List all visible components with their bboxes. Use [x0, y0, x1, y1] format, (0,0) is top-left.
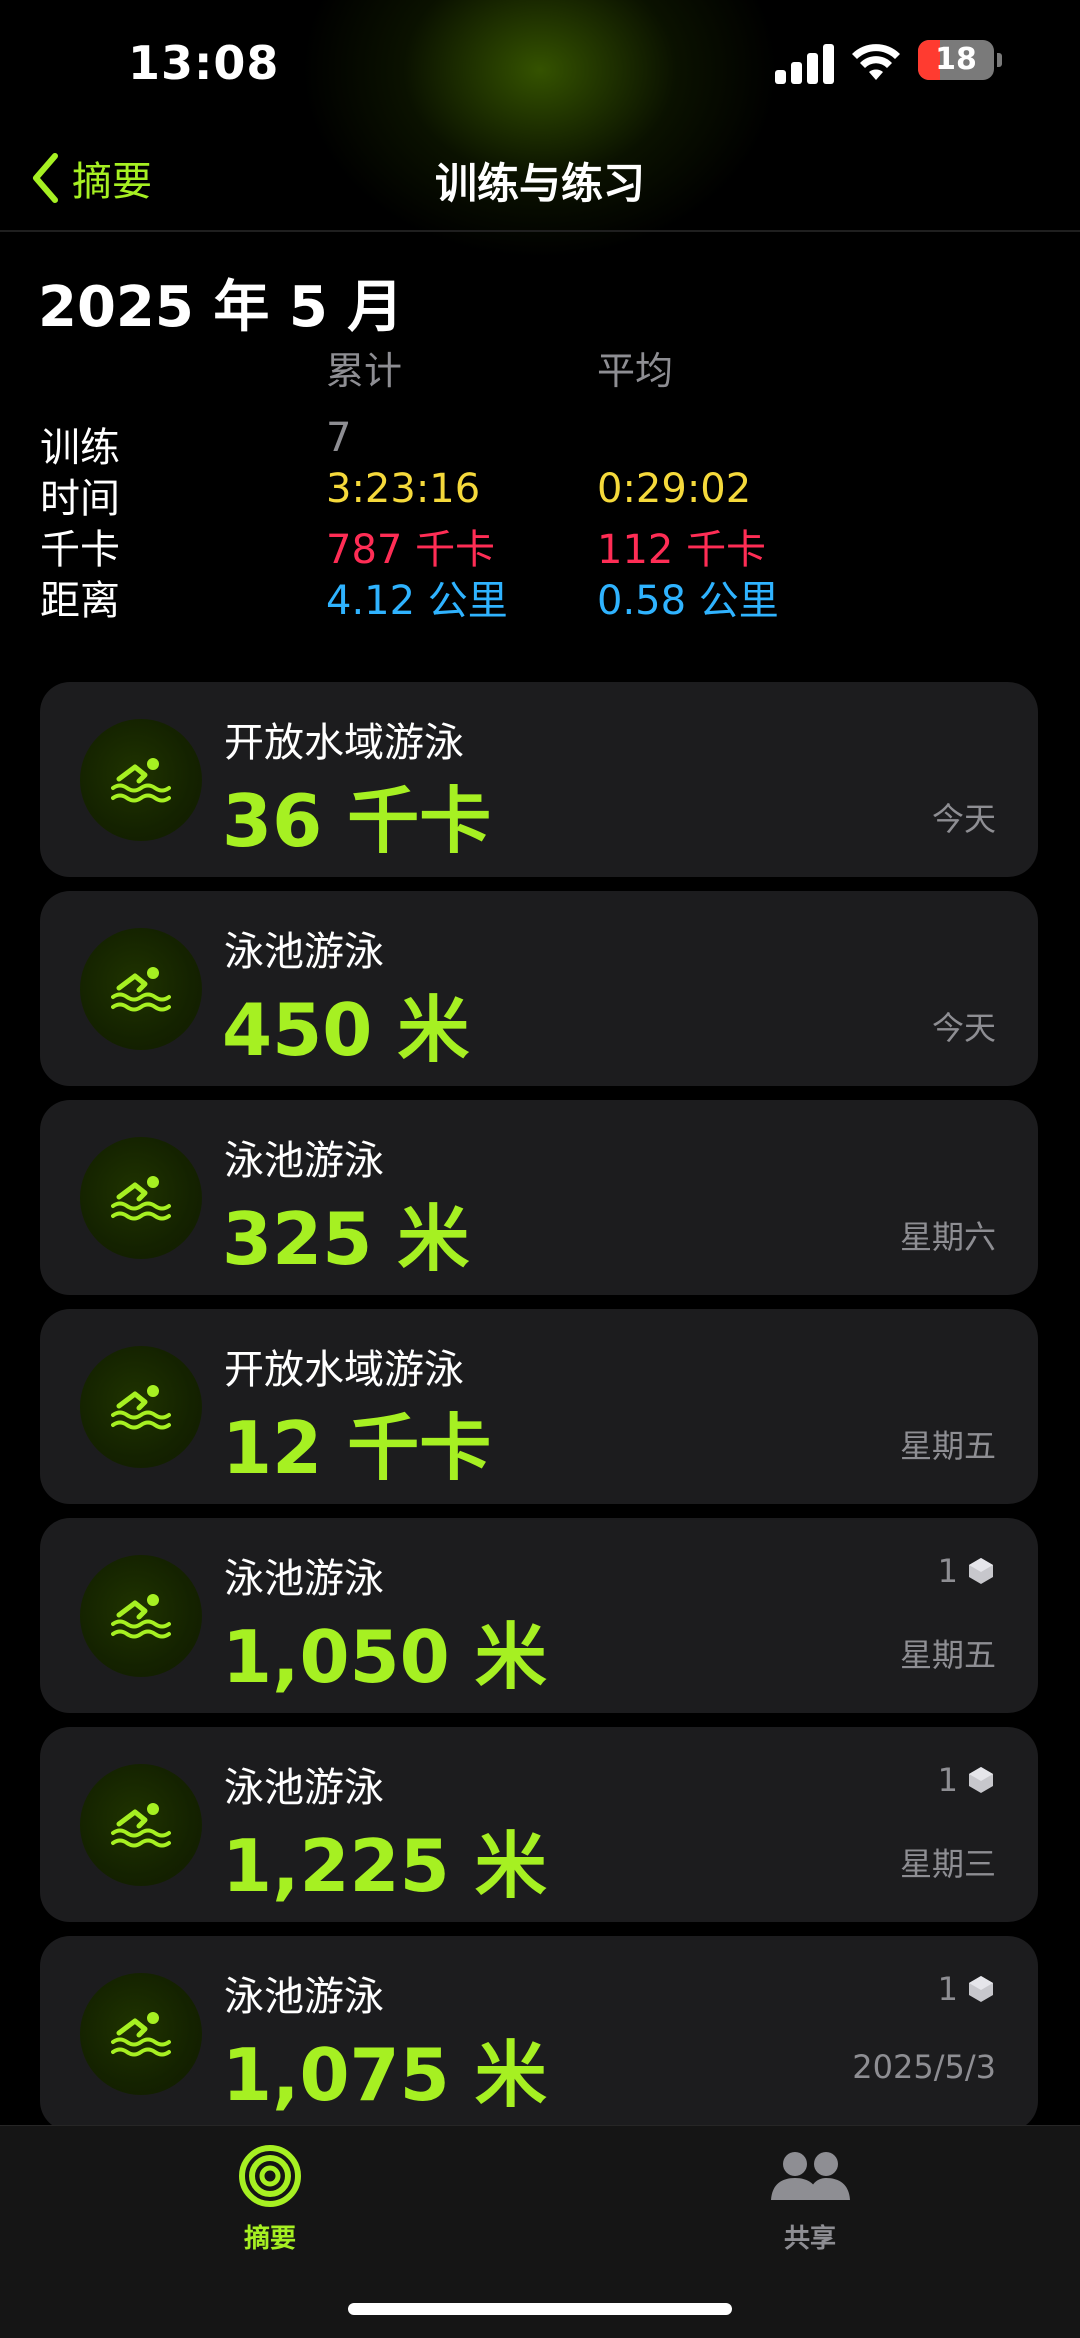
stat-avg-time: 0:29:02 — [597, 466, 752, 512]
tab-sharing-label: 共享 — [783, 2224, 836, 2254]
workout-date: 星期六 — [899, 1218, 996, 1256]
swimming-icon-badge — [80, 928, 202, 1050]
swimming-icon-badge — [80, 1973, 202, 2095]
swimming-icon — [111, 1594, 171, 1639]
stat-label-time: 时间 — [40, 476, 120, 522]
workout-value: 1,050 米 — [222, 1615, 547, 1699]
workout-count-icon — [969, 1767, 993, 1793]
workout-count-icon — [969, 1976, 993, 2002]
stat-total-distance: 4.12 公里 — [326, 578, 508, 624]
workout-card[interactable]: 泳池游泳 450 米 今天 — [40, 891, 1038, 1086]
workout-title: 泳池游泳 — [224, 1974, 384, 2020]
battery-icon: 18 — [918, 40, 994, 80]
workout-count: 1 — [937, 1970, 958, 2008]
tab-sharing[interactable]: 共享 — [710, 2144, 910, 2255]
workout-date: 2025/5/3 — [852, 2048, 996, 2086]
workout-card[interactable]: 泳池游泳 1,225 米 星期三 1 — [40, 1727, 1038, 1922]
stat-label-calories: 千卡 — [40, 527, 120, 573]
workout-title: 泳池游泳 — [224, 1556, 384, 1602]
activity-rings-icon — [239, 2145, 301, 2207]
stat-total-time: 3:23:16 — [326, 466, 481, 512]
stat-label-distance: 距离 — [40, 578, 120, 624]
battery-level: 18 — [935, 42, 977, 77]
workout-card[interactable]: 开放水域游泳 36 千卡 今天 — [40, 682, 1038, 877]
navigation-bar: 摘要 训练与练习 — [0, 130, 1080, 232]
workout-count-badge: 1 — [938, 1761, 996, 1799]
workout-title: 泳池游泳 — [224, 929, 384, 975]
total-column-header: 累计 — [326, 349, 403, 393]
swimming-icon — [111, 758, 171, 803]
stat-label-workouts: 训练 — [40, 425, 120, 471]
workout-card[interactable]: 泳池游泳 325 米 星期六 — [40, 1100, 1038, 1295]
workout-date: 星期三 — [899, 1845, 996, 1883]
workout-value: 1,075 米 — [222, 2033, 547, 2117]
workout-title: 开放水域游泳 — [224, 720, 464, 766]
workout-value: 12 千卡 — [222, 1406, 492, 1490]
stat-total-workouts: 7 — [326, 415, 352, 461]
workout-date: 星期五 — [899, 1427, 996, 1465]
swimming-icon — [111, 1176, 171, 1221]
wifi-icon — [852, 44, 900, 80]
workout-title: 开放水域游泳 — [224, 1347, 464, 1393]
workout-date: 星期五 — [899, 1636, 996, 1674]
workout-count: 1 — [937, 1552, 958, 1590]
stat-total-calories: 787 千卡 — [326, 527, 496, 573]
swimming-icon — [111, 2012, 171, 2057]
workout-value: 325 米 — [222, 1197, 470, 1281]
workout-value: 450 米 — [222, 988, 470, 1072]
tab-summary[interactable]: 摘要 — [170, 2144, 370, 2255]
swimming-icon-badge — [80, 1764, 202, 1886]
stat-avg-distance: 0.58 公里 — [597, 578, 779, 624]
workout-card[interactable]: 开放水域游泳 12 千卡 星期五 — [40, 1309, 1038, 1504]
status-bar: 13:08 18 — [0, 0, 1080, 130]
summary-stats: 累计 平均 训练 7 时间 3:23:16 0:29:02 千卡 787 千卡 … — [40, 340, 1040, 624]
swimming-icon — [111, 1385, 171, 1430]
cellular-signal-icon — [775, 40, 835, 84]
swimming-icon-badge — [80, 1555, 202, 1677]
workout-count-badge: 1 — [938, 1970, 996, 2008]
people-icon — [771, 2152, 850, 2200]
swimming-icon — [111, 967, 171, 1012]
workout-date: 今天 — [931, 1009, 996, 1047]
workout-card[interactable]: 泳池游泳 1,075 米 2025/5/3 1 — [40, 1936, 1038, 2131]
workout-count-icon — [969, 1558, 993, 1584]
workout-card[interactable]: 泳池游泳 1,050 米 星期五 1 — [40, 1518, 1038, 1713]
page-title: 训练与练习 — [434, 159, 645, 208]
average-column-header: 平均 — [597, 349, 674, 393]
workout-value: 1,225 米 — [222, 1824, 547, 1908]
stat-avg-calories: 112 千卡 — [597, 527, 767, 573]
home-indicator[interactable] — [348, 2303, 732, 2315]
status-time: 13:08 — [128, 36, 280, 90]
workout-value: 36 千卡 — [222, 779, 492, 863]
workout-count: 1 — [937, 1761, 958, 1799]
swimming-icon-badge — [80, 1137, 202, 1259]
battery-cap — [997, 53, 1002, 67]
workout-title: 泳池游泳 — [224, 1765, 384, 1811]
swimming-icon — [111, 1803, 171, 1848]
swimming-icon-badge — [80, 719, 202, 841]
swimming-icon-badge — [80, 1346, 202, 1468]
workout-title: 泳池游泳 — [224, 1138, 384, 1184]
workout-date: 今天 — [931, 800, 996, 838]
tab-summary-label: 摘要 — [243, 2224, 296, 2254]
month-heading: 2025 年 5 月 — [38, 275, 404, 340]
workout-count-badge: 1 — [938, 1552, 996, 1590]
